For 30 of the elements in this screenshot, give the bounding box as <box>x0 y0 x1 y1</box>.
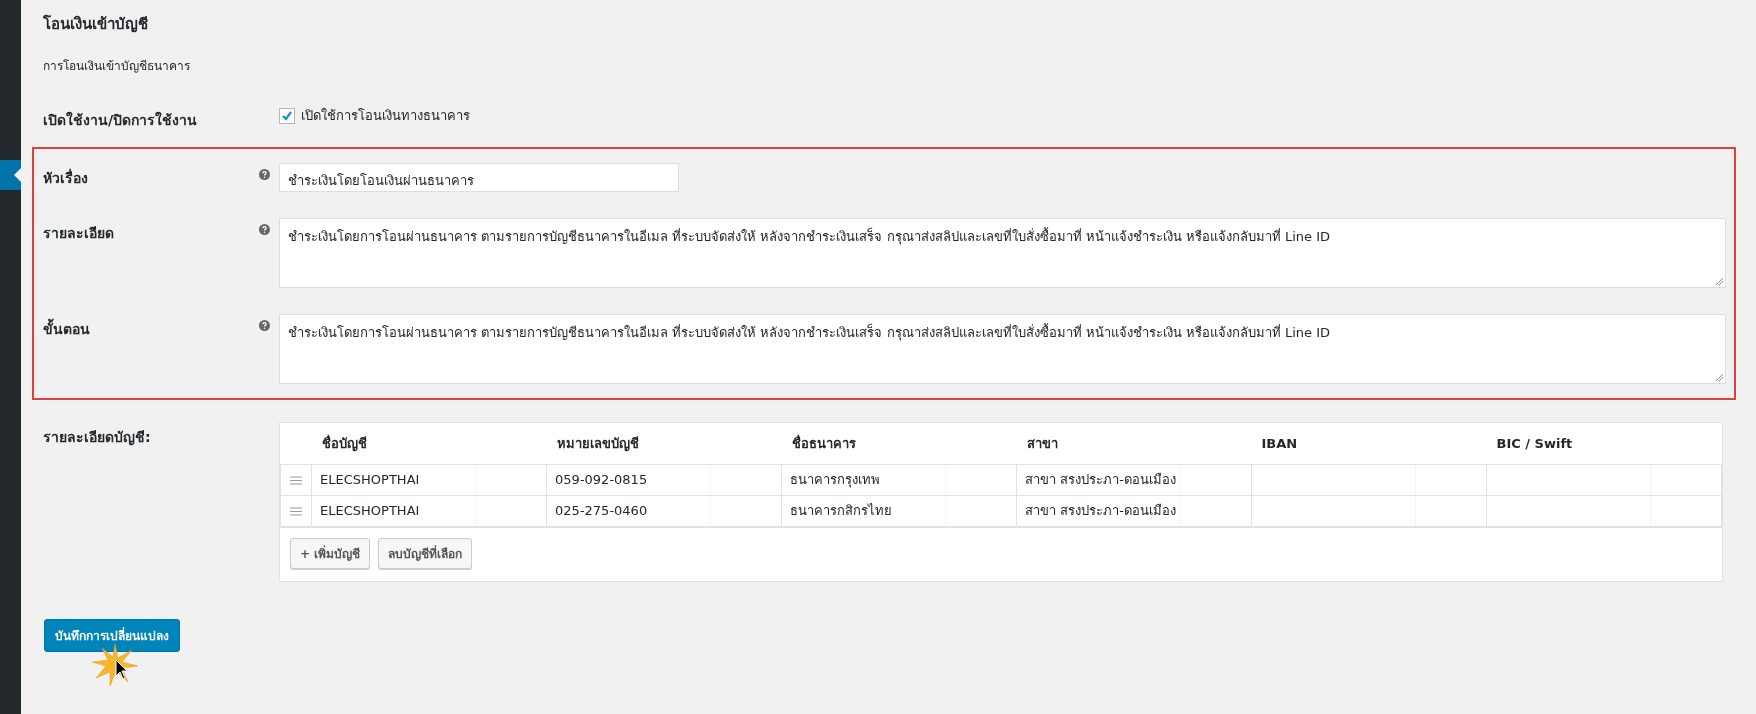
text-input[interactable]: ชำระเงินโดยโอนเงินผ่านธนาคาร <box>279 163 679 192</box>
drag-handle-icon[interactable] <box>290 506 303 516</box>
help-icon <box>259 224 270 235</box>
textarea-field[interactable]: ชำระเงินโดยการโอนผ่านธนาคาร ตามรายการบัญชีธนาคารในอีเมล ที่ระบบจัดส่งให้ หลังจากชำระเงินเสร็จ กรุณาส่งสลิปและเลขที่ใบสั่งซื้อมาที่ หน้าแจ้งชำระเงิน หรือแจ้งกลับมาที่ Line ID <box>279 314 1726 384</box>
checkbox[interactable] <box>279 107 295 124</box>
active-menu-item[interactable] <box>0 160 21 190</box>
add-account-button[interactable]: + เพิ่มบัญชี <box>290 538 371 569</box>
field-label: รายละเอียด <box>43 224 115 243</box>
field-label: ขั้นตอน <box>43 314 259 340</box>
click-burst-cursor-drawing <box>92 644 138 686</box>
section-description: การโอนเงินเข้าบัญชีธนาคาร <box>43 58 191 75</box>
column-header: สาขา <box>1016 423 1252 465</box>
checkbox-label: เปิดใช้การโอนเงินทางธนาคาร <box>301 107 470 125</box>
textarea-field[interactable]: ชำระเงินโดยการโอนผ่านธนาคาร ตามรายการบัญชีธนาคารในอีเมล ที่ระบบจัดส่งให้ หลังจากชำระเงินเสร็จ กรุณาส่งสลิปและเลขที่ใบสั่งซื้อมาที่ หน้าแจ้งชำระเงิน หรือแจ้งกลับมาที่ Line ID <box>279 218 1726 288</box>
help-icon <box>259 320 270 331</box>
help-icon <box>259 169 270 180</box>
field-label: รายละเอียดบัญชี: <box>43 428 152 448</box>
column-header: หมายเลขบัญชี <box>546 423 782 465</box>
column-header: ชื่อธนาคาร <box>781 423 1017 465</box>
section-title: โอนเงินเข้าบัญชี <box>43 14 149 35</box>
column-header: IBAN <box>1251 423 1487 465</box>
save-button[interactable]: บันทึกการเปลี่ยนแปลง <box>44 619 180 652</box>
field-label: หัวเรื่อง <box>43 167 89 188</box>
resize-grip-icon[interactable] <box>1716 278 1723 285</box>
remove-account-button[interactable]: ลบบัญชีที่เลือก <box>378 538 473 569</box>
resize-grip-icon[interactable] <box>1716 374 1723 381</box>
column-header: ชื่อบัญชี <box>311 423 547 465</box>
field-label: เปิดใช้งาน/ปิดการใช้งาน <box>43 110 199 130</box>
column-header: BIC / Swift <box>1486 423 1722 465</box>
drag-handle-icon[interactable] <box>290 475 303 485</box>
